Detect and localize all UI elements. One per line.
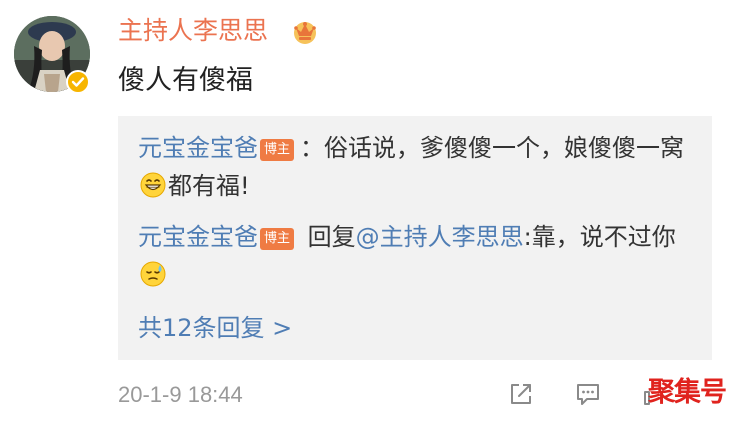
comment-author-name[interactable]: 元宝金宝爸 <box>138 223 258 251</box>
comment-list: 元宝金宝爸 博主 ：俗话说，爹傻傻一个，娘傻傻一窝 都有福! 元宝金宝爸 博主 回复@… <box>118 116 712 360</box>
comment-text: :靠，说不过你 <box>523 223 676 251</box>
verified-badge-icon <box>66 70 90 94</box>
view-replies-link[interactable]: 共12条回复 > <box>138 310 292 346</box>
post-author-name[interactable]: 主持人李思思 <box>118 14 268 48</box>
watermark-logo: 聚集号 <box>648 377 727 408</box>
comment-item[interactable]: 元宝金宝爸 博主 回复@主持人李思思:靠，说不过你 <box>138 218 698 294</box>
grinning-face-icon <box>140 172 166 198</box>
mention-link[interactable]: @主持人李思思 <box>356 223 524 251</box>
comment-text: 俗话说，爹傻傻一个，娘傻傻一窝 <box>324 134 685 162</box>
comment-text-end: 都有福! <box>168 172 250 200</box>
comment-author-name[interactable]: 元宝金宝爸 <box>138 134 258 162</box>
comment-item[interactable]: 元宝金宝爸 博主 ：俗话说，爹傻傻一个，娘傻傻一窝 都有福! <box>138 129 698 205</box>
crown-icon[interactable] <box>290 16 320 46</box>
comment-separator: ： <box>300 134 325 162</box>
post-timestamp: 20-1-9 18:44 <box>118 382 243 407</box>
comment-icon[interactable] <box>574 380 602 408</box>
reply-prefix: 回复 <box>300 223 356 251</box>
share-icon[interactable] <box>507 380 535 408</box>
blogger-badge: 博主 <box>260 228 295 250</box>
blogger-badge: 博主 <box>260 139 295 161</box>
sweat-face-icon <box>140 261 166 287</box>
post-text: 傻人有傻福 <box>118 65 253 96</box>
